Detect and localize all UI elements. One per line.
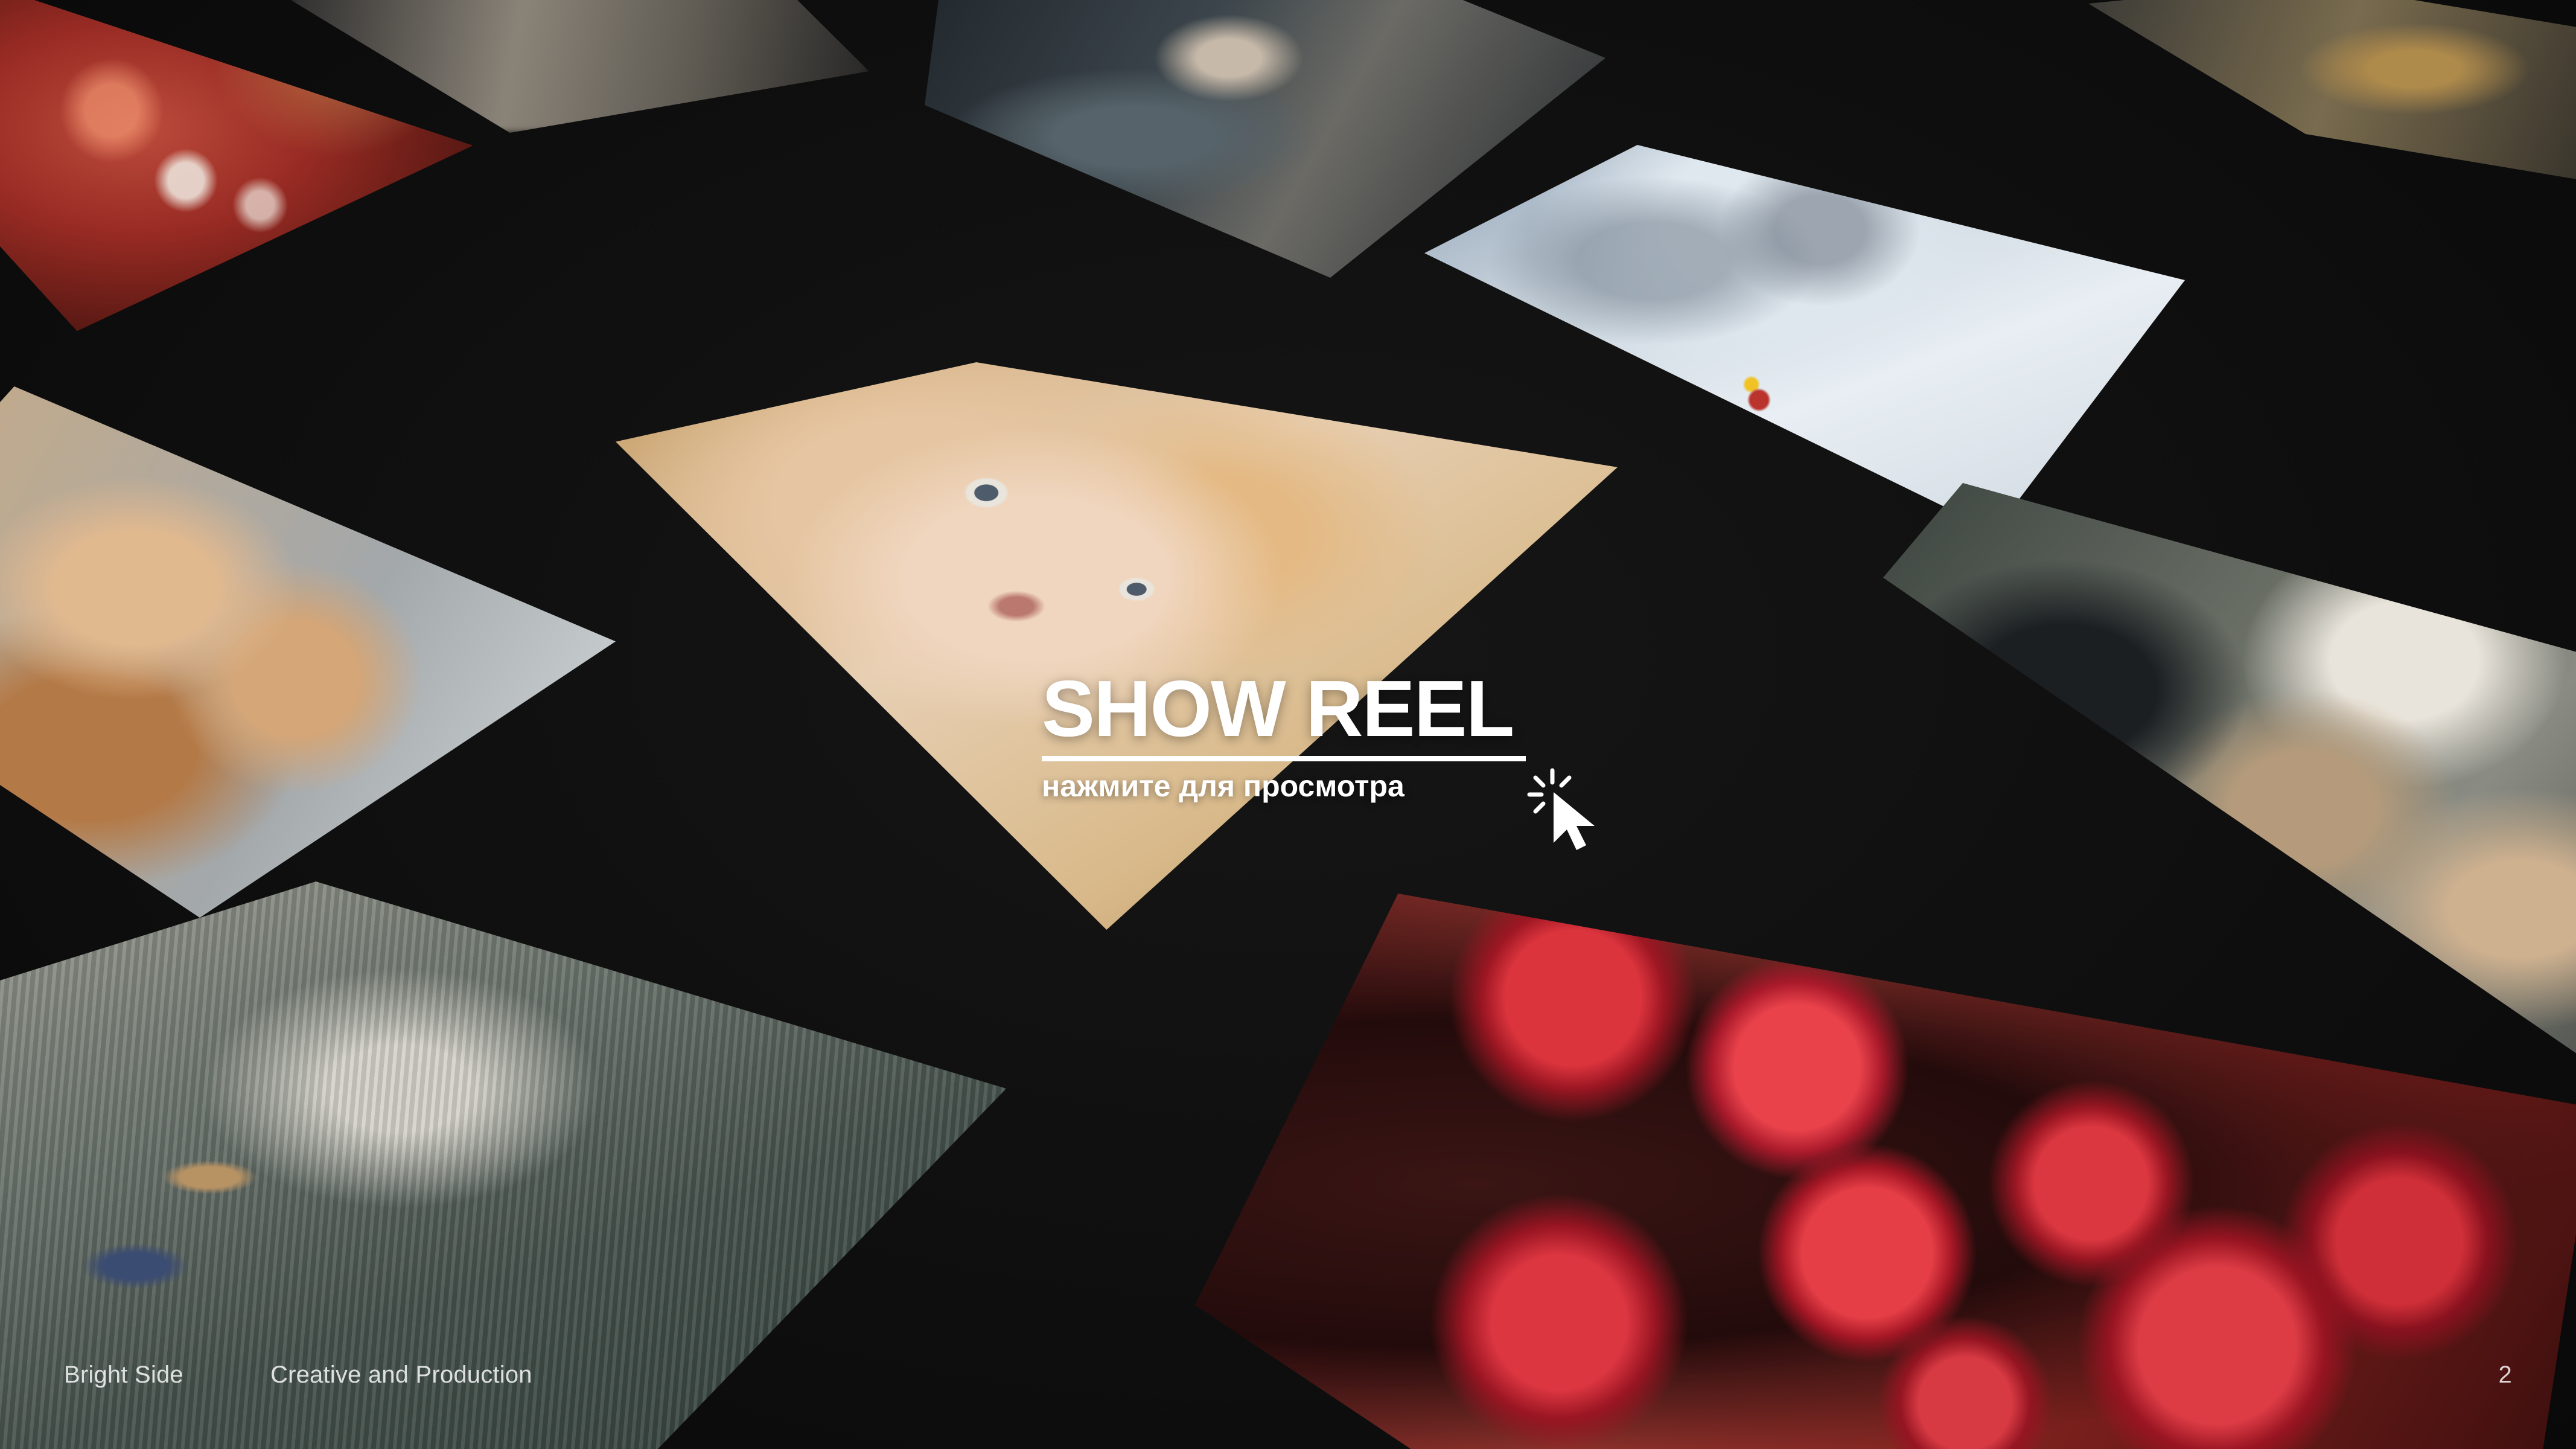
thumbnail-blurred-top	[290, 0, 869, 133]
footer-tagline: Creative and Production	[270, 1361, 532, 1388]
page-number: 2	[2498, 1361, 2512, 1388]
thumbnail-girl-face[interactable]	[616, 362, 1618, 930]
footer-brand: Bright Side	[64, 1361, 183, 1388]
show-reel-underline	[1042, 756, 1526, 761]
footer: Bright Side Creative and Production 2	[0, 1361, 2576, 1392]
slide: SHOW REEL нажмите для просмотра Bright S…	[0, 0, 2576, 1449]
show-reel-title[interactable]: SHOW REEL	[1042, 669, 1537, 749]
show-reel-subtitle[interactable]: нажмите для просмотра	[1042, 770, 1537, 803]
thumbnail-top-right	[2088, 0, 2576, 188]
thumbnail-family-doorway	[1883, 483, 2576, 1075]
show-reel-link[interactable]: SHOW REEL нажмите для просмотра	[1042, 669, 1537, 803]
cursor-click-icon	[1527, 768, 1595, 850]
thumbnail-women-embrace	[0, 386, 616, 918]
